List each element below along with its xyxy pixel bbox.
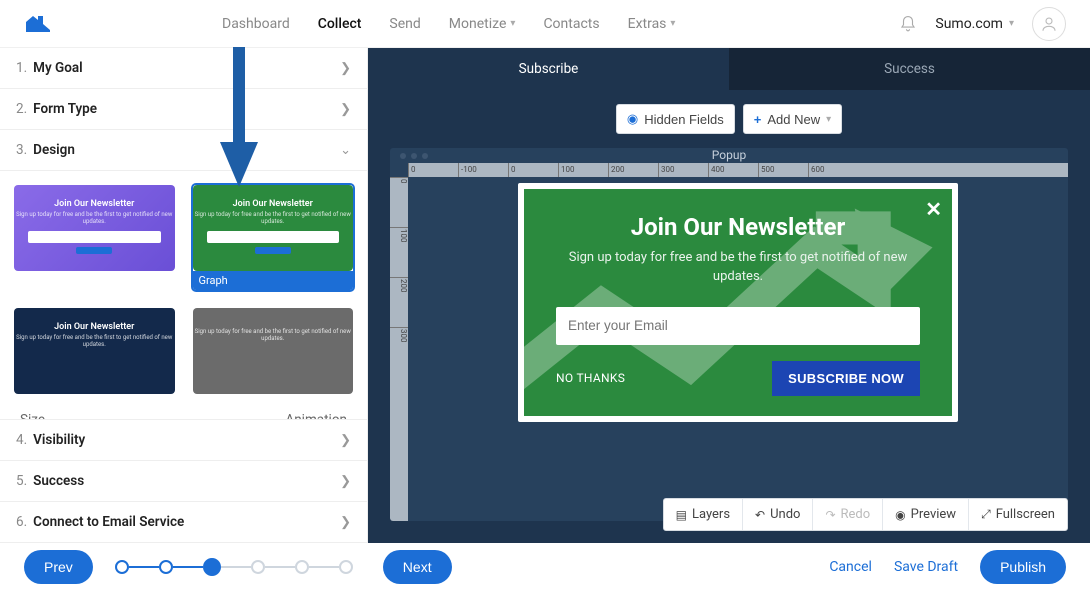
step-form-type[interactable]: 2.Form Type ❯: [0, 89, 367, 130]
eye-icon: ◉: [627, 111, 638, 127]
chevron-down-icon: ▾: [670, 18, 675, 29]
caret-down-icon: ▾: [826, 114, 831, 125]
close-icon[interactable]: ✕: [925, 197, 942, 221]
nav-send[interactable]: Send: [389, 16, 420, 32]
animation-label: Animation: [285, 412, 347, 420]
redo-button: ↷Redo: [812, 499, 882, 530]
chevron-right-icon: ❯: [340, 61, 351, 76]
fullscreen-button[interactable]: ⤢Fullscreen: [968, 499, 1067, 530]
nav-monetize[interactable]: Monetize▾: [449, 16, 516, 32]
add-new-button[interactable]: +Add New▾: [743, 104, 842, 134]
template-graph[interactable]: Join Our Newsletter Sign up today for fr…: [193, 185, 354, 290]
chevron-right-icon: ❯: [340, 433, 351, 448]
next-button[interactable]: Next: [383, 550, 452, 584]
ruler-horizontal: 0-1000100200300400500600: [408, 163, 1068, 177]
plus-icon: +: [754, 112, 762, 127]
step-my-goal[interactable]: 1.My Goal ❯: [0, 48, 367, 89]
hidden-fields-button[interactable]: ◉Hidden Fields: [616, 104, 735, 134]
chevron-right-icon: ❯: [340, 102, 351, 117]
wizard-progress: [115, 558, 353, 576]
canvas[interactable]: Popup 0-1000100200300400500600 010020030…: [390, 148, 1068, 521]
ruler-vertical: 0100200300: [390, 177, 408, 521]
template-pink[interactable]: Sign up today for free and be the first …: [193, 308, 354, 394]
prev-button[interactable]: Prev: [24, 550, 93, 584]
template-label: Graph: [193, 271, 354, 290]
cancel-button[interactable]: Cancel: [829, 559, 872, 575]
step-design[interactable]: 3.Design ⌄: [0, 130, 367, 171]
chevron-right-icon: ❯: [340, 474, 351, 489]
window-title: Popup: [390, 148, 1068, 163]
layers-icon: ▤: [676, 508, 687, 522]
wizard-sidebar: 1.My Goal ❯ 2.Form Type ❯ 3.Design ⌄ Joi…: [0, 48, 368, 543]
step-email-service[interactable]: 6.Connect to Email Service ❯: [0, 502, 367, 543]
step-visibility[interactable]: 4.Visibility ❯: [0, 420, 367, 461]
nav-contacts[interactable]: Contacts: [543, 16, 599, 32]
nav-collect[interactable]: Collect: [318, 16, 362, 32]
chevron-down-icon: ▾: [1009, 18, 1014, 29]
popup-title: Join Our Newsletter: [556, 213, 920, 241]
nav-dashboard[interactable]: Dashboard: [222, 16, 290, 32]
no-thanks-link[interactable]: NO THANKS: [556, 371, 625, 385]
step-success[interactable]: 5.Success ❯: [0, 461, 367, 502]
popup-subtitle: Sign up today for free and be the first …: [556, 249, 920, 287]
editor-toolbar-bottom: ▤Layers ↶Undo ↷Redo ◉Preview ⤢Fullscreen: [663, 498, 1068, 531]
preview-button[interactable]: ◉Preview: [882, 499, 968, 530]
subscribe-button[interactable]: SUBSCRIBE NOW: [772, 361, 920, 396]
sumo-logo[interactable]: [24, 14, 52, 34]
layers-button[interactable]: ▤Layers: [664, 499, 742, 530]
tab-subscribe[interactable]: Subscribe: [368, 48, 729, 90]
top-nav: Dashboard Collect Send Monetize▾ Contact…: [0, 0, 1090, 48]
publish-button[interactable]: Publish: [980, 550, 1066, 584]
template-purple[interactable]: Join Our Newsletter Sign up today for fr…: [14, 185, 175, 290]
account-switcher[interactable]: Sumo.com▾: [935, 16, 1014, 32]
template-darkblue[interactable]: Join Our Newsletter Sign up today for fr…: [14, 308, 175, 394]
design-panel: Join Our Newsletter Sign up today for fr…: [0, 171, 367, 420]
save-draft-button[interactable]: Save Draft: [894, 559, 958, 575]
chevron-right-icon: ❯: [340, 515, 351, 530]
nav-extras[interactable]: Extras▾: [628, 16, 676, 32]
popup-preview[interactable]: ✕ Join Our Newsletter Sign up today for …: [518, 183, 958, 422]
chevron-down-icon: ⌄: [340, 143, 351, 158]
editor-pane: Subscribe Success ◉Hidden Fields +Add Ne…: [368, 48, 1090, 543]
bottom-bar: Prev Next Cancel Save Draft Publish: [0, 543, 1090, 591]
undo-button[interactable]: ↶Undo: [742, 499, 812, 530]
chevron-down-icon: ▾: [510, 18, 515, 29]
undo-icon: ↶: [755, 508, 765, 522]
notifications-icon[interactable]: [899, 15, 917, 33]
fullscreen-icon: ⤢: [981, 507, 991, 522]
redo-icon: ↷: [825, 508, 835, 522]
size-label: Size: [20, 412, 45, 420]
avatar[interactable]: [1032, 7, 1066, 41]
email-field[interactable]: [556, 307, 920, 345]
eye-icon: ◉: [895, 508, 905, 522]
tab-success[interactable]: Success: [729, 48, 1090, 90]
